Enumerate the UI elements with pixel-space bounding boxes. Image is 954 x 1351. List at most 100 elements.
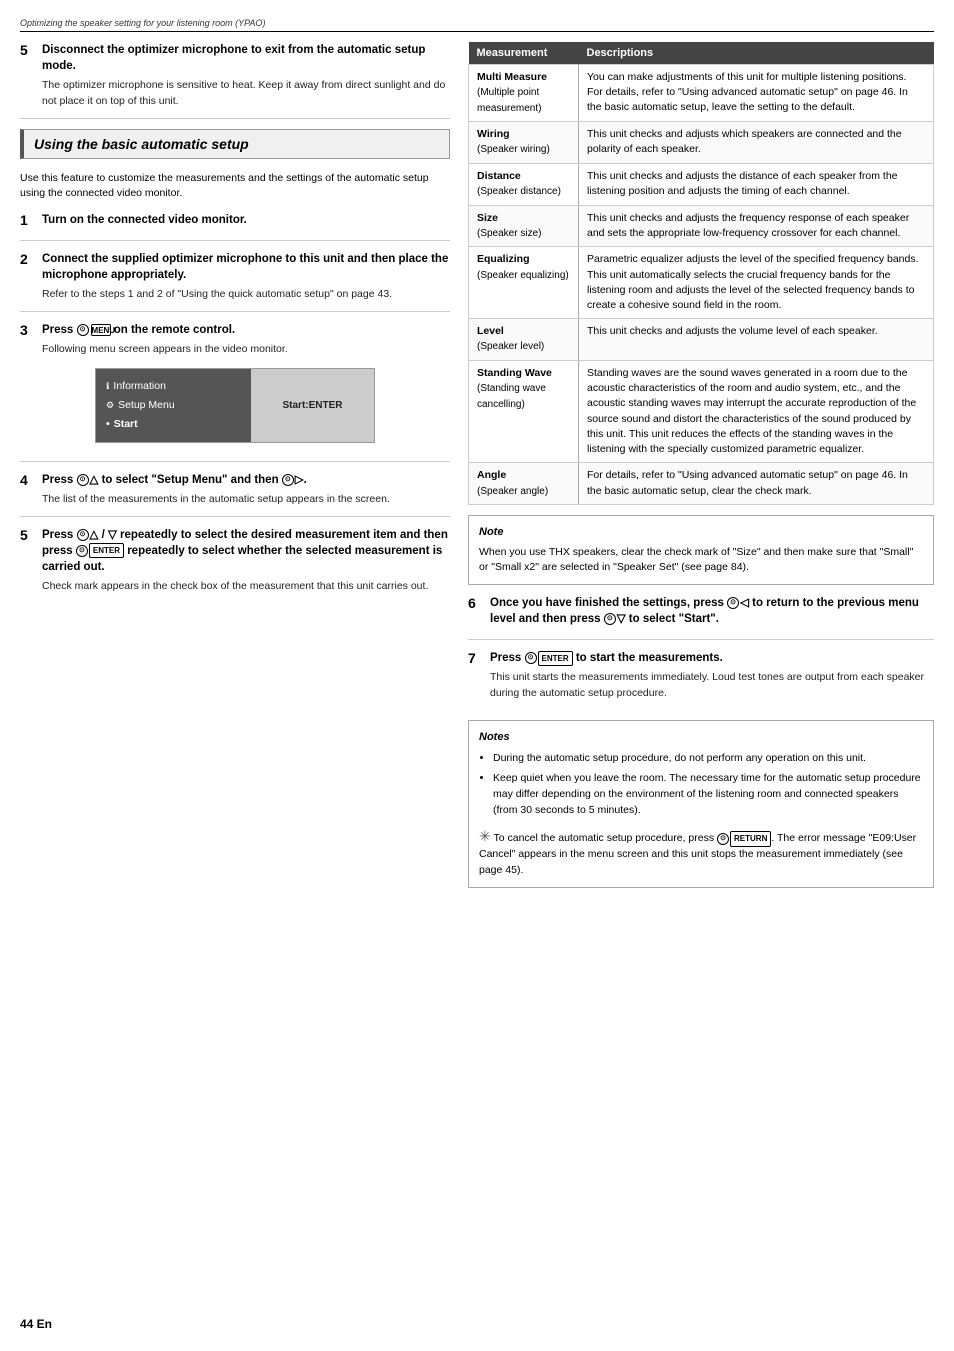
note-item: During the automatic setup procedure, do… [493, 751, 923, 767]
step-5-heading: 5 Press ⊙△ / ▽ repeatedly to select the … [20, 527, 450, 575]
setup-icon: ⚙ [106, 397, 114, 413]
menu-item-setup: ⚙ Setup Menu [106, 396, 241, 415]
menu-right-label: Start:ENTER [282, 400, 342, 411]
step-4-body: The list of the measurements in the auto… [42, 492, 450, 508]
step-5-pre-body: The optimizer microphone is sensitive to… [42, 78, 450, 110]
step-5-number: 5 [20, 527, 36, 543]
measurement-desc: Standing waves are the sound waves gener… [579, 360, 934, 462]
step-3-number: 3 [20, 322, 36, 338]
right-steps: 6 Once you have finished the settings, p… [468, 595, 934, 710]
enter-button-7: ENTER [538, 651, 573, 666]
tip-section: ✳ To cancel the automatic setup procedur… [479, 826, 923, 879]
table-row: Distance(Speaker distance)This unit chec… [469, 163, 934, 205]
remote-icon-return: ⊙ [717, 833, 729, 845]
page-footer: 44 En [20, 1317, 934, 1331]
table-row: Angle(Speaker angle)For details, refer t… [469, 463, 934, 505]
remote-icon-6b: ⊙ [604, 613, 616, 625]
step-5: 5 Press ⊙△ / ▽ repeatedly to select the … [20, 527, 450, 601]
step-2: 2 Connect the supplied optimizer microph… [20, 251, 450, 312]
table-header-measurement: Measurement [469, 42, 579, 65]
section-title: Using the basic automatic setup [20, 129, 450, 159]
info-icon: ℹ [106, 378, 109, 394]
menu-right-panel: Start:ENTER [251, 369, 374, 442]
measurement-desc: For details, refer to "Using advanced au… [579, 463, 934, 505]
step-3: 3 Press ⊙MENU on the remote control. Fol… [20, 322, 450, 462]
step-5-pre-title: Disconnect the optimizer microphone to e… [42, 42, 450, 74]
measurement-name: Wiring(Speaker wiring) [469, 122, 579, 164]
measurement-desc: Parametric equalizer adjusts the level o… [579, 247, 934, 319]
enter-button: ENTER [89, 543, 124, 558]
right-step-7: 7 Press ⊙ENTER to start the measurements… [468, 650, 934, 710]
page-number: 44 En [20, 1317, 52, 1331]
tip-text: To cancel the automatic setup procedure,… [479, 832, 916, 876]
step-4-number: 4 [20, 472, 36, 488]
menu-left-panel: ℹ Information ⚙ Setup Menu • Start [96, 369, 251, 442]
remote-icon: ⊙ [77, 324, 89, 336]
note-text: When you use THX speakers, clear the che… [479, 545, 923, 577]
menu-screen: ℹ Information ⚙ Setup Menu • Start [95, 368, 375, 443]
menu-label-setup: Setup Menu [118, 396, 175, 415]
measurement-desc: This unit checks and adjusts the distanc… [579, 163, 934, 205]
measurement-desc: This unit checks and adjusts the frequen… [579, 205, 934, 247]
step-5-pre-number: 5 [20, 42, 36, 58]
notes-box: Notes During the automatic setup procedu… [468, 720, 934, 888]
right-step-7-body: This unit starts the measurements immedi… [490, 670, 934, 702]
step-2-heading: 2 Connect the supplied optimizer microph… [20, 251, 450, 283]
measurement-name: Multi Measure(Multiple point measurement… [469, 65, 579, 122]
table-row: Level(Speaker level)This unit checks and… [469, 319, 934, 361]
note-box-single: Note When you use THX speakers, clear th… [468, 515, 934, 585]
return-button: RETURN [730, 831, 771, 847]
table-row: Wiring(Speaker wiring)This unit checks a… [469, 122, 934, 164]
measurement-desc: This unit checks and adjusts which speak… [579, 122, 934, 164]
menu-item-start: • Start [106, 415, 241, 434]
menu-item-information: ℹ Information [106, 377, 241, 396]
right-step-6-number: 6 [468, 595, 484, 611]
measurement-name: Level(Speaker level) [469, 319, 579, 361]
step-4: 4 Press ⊙△ to select "Setup Menu" and th… [20, 472, 450, 517]
step-4-title: Press ⊙△ to select "Setup Menu" and then… [42, 472, 307, 488]
measurement-desc: This unit checks and adjusts the volume … [579, 319, 934, 361]
step-1-title: Turn on the connected video monitor. [42, 212, 247, 228]
right-step-6-title: Once you have finished the settings, pre… [490, 595, 934, 627]
right-column: Measurement Descriptions Multi Measure(M… [468, 42, 934, 1307]
step-5-pre: 5 Disconnect the optimizer microphone to… [20, 42, 450, 119]
menu-box-inner: ℹ Information ⚙ Setup Menu • Start [96, 369, 374, 442]
measurement-name: Standing Wave(Standing wave cancelling) [469, 360, 579, 462]
page-header: Optimizing the speaker setting for your … [20, 18, 934, 32]
step-1: 1 Turn on the connected video monitor. [20, 212, 450, 241]
remote-icon-6: ⊙ [727, 597, 739, 609]
table-row: Standing Wave(Standing wave cancelling)S… [469, 360, 934, 462]
note-title: Note [479, 524, 923, 541]
right-step-7-number: 7 [468, 650, 484, 666]
header-text: Optimizing the speaker setting for your … [20, 18, 265, 28]
table-row: Equalizing(Speaker equalizing)Parametric… [469, 247, 934, 319]
table-header-descriptions: Descriptions [579, 42, 934, 65]
page: Optimizing the speaker setting for your … [0, 0, 954, 1351]
menu-label-start: Start [114, 415, 138, 434]
right-step-6: 6 Once you have finished the settings, p… [468, 595, 934, 640]
right-step-7-heading: 7 Press ⊙ENTER to start the measurements… [468, 650, 934, 666]
notes-list: During the automatic setup procedure, do… [479, 751, 923, 818]
step-1-heading: 1 Turn on the connected video monitor. [20, 212, 450, 228]
menu-button: MENU [91, 324, 111, 336]
step-2-body: Refer to the steps 1 and 2 of "Using the… [42, 287, 450, 303]
tip-icon: ✳ [479, 828, 491, 844]
step-2-title: Connect the supplied optimizer microphon… [42, 251, 450, 283]
notes-title: Notes [479, 729, 923, 746]
remote-icon-7: ⊙ [525, 652, 537, 664]
table-row: Size(Speaker size)This unit checks and a… [469, 205, 934, 247]
measurement-name: Equalizing(Speaker equalizing) [469, 247, 579, 319]
step-5-pre-heading: 5 Disconnect the optimizer microphone to… [20, 42, 450, 74]
step-1-number: 1 [20, 212, 36, 228]
menu-label-information: Information [113, 377, 166, 396]
step-3-body: Following menu screen appears in the vid… [42, 342, 450, 358]
right-step-6-heading: 6 Once you have finished the settings, p… [468, 595, 934, 627]
left-column: 5 Disconnect the optimizer microphone to… [20, 42, 450, 1307]
step-5-body: Check mark appears in the check box of t… [42, 579, 450, 595]
remote-icon-5: ⊙ [77, 529, 89, 541]
right-step-7-title: Press ⊙ENTER to start the measurements. [490, 650, 723, 666]
section-intro: Use this feature to customize the measur… [20, 171, 450, 203]
remote-icon-4b: ⊙ [282, 474, 294, 486]
step-3-title: Press ⊙MENU on the remote control. [42, 322, 235, 338]
step-2-number: 2 [20, 251, 36, 267]
